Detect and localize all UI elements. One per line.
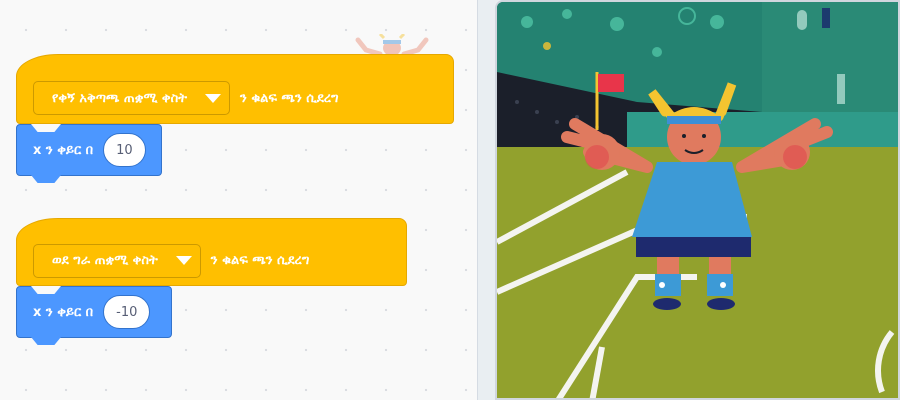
block-notch <box>31 124 61 132</box>
key-dropdown[interactable]: የቀኝ አቅጣጫ ጠቋሚ ቀስት <box>33 81 230 115</box>
stadium-tower <box>762 2 898 122</box>
stage-canvas[interactable] <box>497 2 900 400</box>
when-key-pressed-hat-block[interactable]: የቀኝ አቅጣጫ ጠቋሚ ቀስት ን ቁልፍ ጫን ሲደረግ <box>16 54 454 124</box>
change-x-label: x ን ቀይር በ <box>33 304 94 320</box>
when-key-pressed-hat-block[interactable]: ወደ ግራ ጠቋሚ ቀስት ን ቁልፍ ጫን ሲደረግ <box>16 218 407 286</box>
chevron-down-icon[interactable] <box>205 93 221 103</box>
change-x-by-block[interactable]: x ን ቀይር በ 10 <box>16 124 162 183</box>
block-notch <box>31 286 61 294</box>
hat-block-label: ን ቁልፍ ጫን ሲደረግ <box>240 90 339 106</box>
key-dropdown-label: ወደ ግራ ጠቋሚ ቀስት <box>52 253 158 268</box>
key-dropdown[interactable]: ወደ ግራ ጠቋሚ ቀስት <box>33 243 201 278</box>
block-tab <box>31 337 61 345</box>
hat-block-label: ን ቁልፍ ጫን ሲደረግ <box>210 253 310 268</box>
change-x-by-block[interactable]: x ን ቀይር በ -10 <box>16 286 172 345</box>
change-x-value-input[interactable]: 10 <box>103 133 146 167</box>
key-dropdown-label: የቀኝ አቅጣጫ ጠቋሚ ቀስት <box>52 90 187 106</box>
chevron-down-icon[interactable] <box>175 256 192 265</box>
change-x-value-input[interactable]: -10 <box>103 295 151 329</box>
block-tab <box>31 175 61 183</box>
stage[interactable] <box>495 0 900 400</box>
code-area[interactable]: የቀኝ አቅጣጫ ጠቋሚ ቀስት ን ቁልፍ ጫን ሲደረግ x ን ቀይር በ… <box>0 0 478 400</box>
change-x-label: x ን ቀይር በ <box>33 142 94 158</box>
